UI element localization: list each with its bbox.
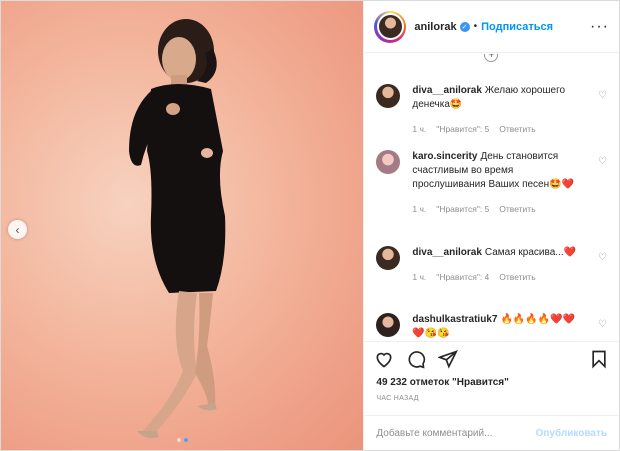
commenter-avatar[interactable] [376, 150, 401, 174]
comments-list[interactable]: + diva__anilorak Желаю хорошего денечка🤩 … [364, 54, 619, 341]
chevron-left-icon: ‹ [15, 222, 20, 237]
comment-likes[interactable]: "Нравится": 5 [436, 202, 489, 216]
commenter-avatar[interactable] [376, 313, 401, 337]
commenter-avatar[interactable] [376, 84, 401, 108]
comment-meta: 1 ч. "Нравится": 4 Ответить [412, 270, 582, 284]
header-separator: • [473, 21, 478, 32]
commenter-username[interactable]: diva__anilorak [412, 85, 481, 96]
comment-time: 1 ч. [412, 124, 427, 134]
carousel-prev-button[interactable]: ‹ [8, 220, 27, 239]
carousel-indicator [1, 438, 363, 442]
carousel-dot-active [183, 438, 188, 442]
comment-meta: 1 ч. "Нравится": 5 Ответить [412, 122, 582, 136]
comment-like-heart-icon[interactable]: ♡ [598, 252, 607, 263]
post-photo[interactable]: ‹ [1, 1, 364, 450]
comment-body: diva__anilorak Желаю хорошего денечка🤩 1 … [412, 84, 582, 136]
commenter-avatar[interactable] [376, 246, 401, 270]
reply-button[interactable]: Ответить [499, 122, 535, 136]
bookmark-icon[interactable] [589, 349, 609, 369]
commenter-username[interactable]: dashulkastratiuk7 [412, 314, 497, 325]
story-ring[interactable] [374, 10, 407, 43]
comment-like-heart-icon[interactable]: ♡ [598, 319, 607, 330]
share-icon[interactable] [438, 349, 459, 369]
comment-time: 1 ч. [412, 272, 427, 282]
instagram-post: ‹ anilorak ✓ • Подписаться ··· + diva__a… [0, 0, 620, 451]
follow-button[interactable]: Подписаться [481, 21, 553, 33]
more-options-icon[interactable]: ··· [590, 18, 609, 36]
commenter-username[interactable]: karo.sincerity [412, 151, 477, 162]
comment-icon[interactable] [406, 349, 426, 369]
reply-button[interactable]: Ответить [499, 202, 535, 216]
heart-icon[interactable] [374, 349, 394, 369]
comment-item: diva__anilorak Самая красива...❤️ 1 ч. "Н… [376, 246, 607, 284]
comment-likes[interactable]: "Нравится": 5 [436, 122, 489, 136]
publish-button[interactable]: Опубликовать [536, 428, 607, 439]
comment-item: karo.sincerity День становится счастливым… [376, 150, 607, 216]
post-header: anilorak ✓ • Подписаться ··· [364, 1, 619, 53]
comment-time: 1 ч. [412, 204, 427, 214]
comment-item: dashulkastratiuk7 🔥🔥🔥🔥❤️❤️❤️😘😘 ♡ [376, 313, 607, 341]
comment-input[interactable] [376, 427, 536, 439]
author-username[interactable]: anilorak [414, 21, 456, 33]
post-timestamp: ЧАС НАЗАД [376, 395, 419, 402]
author-avatar [376, 13, 404, 40]
comment-like-heart-icon[interactable]: ♡ [598, 156, 607, 167]
likes-count[interactable]: 49 232 отметок "Нравится" [376, 377, 508, 388]
comment-text: Самая красива...❤️ [484, 247, 577, 258]
comment-body: diva__anilorak Самая красива...❤️ 1 ч. "Н… [412, 246, 582, 284]
comment-like-heart-icon[interactable]: ♡ [598, 90, 607, 101]
post-actions-bar [364, 341, 619, 375]
comment-likes[interactable]: "Нравится": 4 [436, 270, 489, 284]
comment-body: karo.sincerity День становится счастливым… [412, 150, 582, 216]
commenter-username[interactable]: diva__anilorak [412, 247, 481, 258]
comment-meta: 1 ч. "Нравится": 5 Ответить [412, 202, 582, 216]
comment-body: dashulkastratiuk7 🔥🔥🔥🔥❤️❤️❤️😘😘 [412, 313, 582, 341]
verified-badge-icon: ✓ [459, 21, 470, 32]
load-more-comments-icon[interactable]: + [484, 54, 499, 62]
carousel-dot [176, 438, 181, 442]
reply-button[interactable]: Ответить [499, 270, 535, 284]
add-comment-bar: Опубликовать [364, 415, 619, 450]
post-side-panel: anilorak ✓ • Подписаться ··· + diva__ani… [363, 1, 619, 450]
comment-item: diva__anilorak Желаю хорошего денечка🤩 1 … [376, 84, 607, 136]
woman-in-black-dress-figure [129, 19, 226, 439]
